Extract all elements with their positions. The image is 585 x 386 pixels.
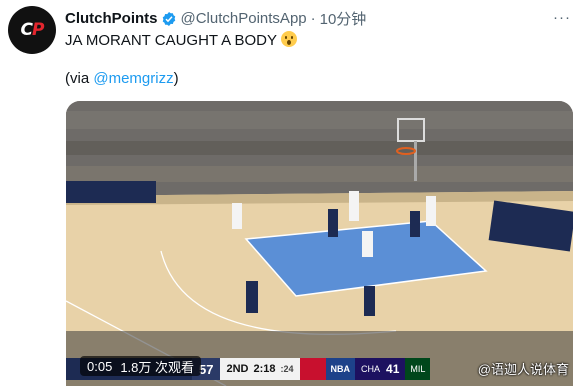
display-name[interactable]: ClutchPoints	[65, 10, 158, 27]
tweet-via: (via @memgrizz)	[65, 70, 179, 87]
shot-clock: :24	[280, 364, 294, 374]
period: 2ND	[226, 363, 249, 375]
timestamp[interactable]: 10分钟	[320, 8, 367, 29]
verified-badge-icon	[162, 11, 175, 26]
mil-label: MIL	[405, 358, 431, 380]
cha-score: 41	[386, 362, 400, 376]
avatar[interactable]: CP	[8, 6, 56, 54]
video-player[interactable]: 57 2ND 2:18 :24 NBA CHA 41 MIL 0:05 1.8万…	[66, 101, 573, 386]
handle[interactable]: @ClutchPointsApp	[181, 10, 307, 27]
tweet-text-body: JA MORANT CAUGHT A BODY	[65, 32, 277, 49]
elapsed-time: 0:05	[87, 358, 113, 374]
clutchpoints-logo: CP	[20, 20, 45, 40]
via-suffix: )	[173, 70, 179, 87]
mention-link[interactable]: @memgrizz	[93, 70, 173, 87]
tweet-text: JA MORANT CAUGHT A BODY	[65, 31, 297, 49]
cha-team-block: CHA 41	[355, 358, 406, 380]
video-time-overlay: 0:05 1.8万 次观看	[80, 356, 201, 376]
via-prefix: (via	[65, 70, 94, 87]
tweet-header: ClutchPoints @ClutchPointsApp · 10分钟	[65, 8, 366, 29]
view-count: 1.8万 次观看	[120, 359, 194, 375]
game-clock: 2ND 2:18 :24	[220, 358, 300, 380]
separator-dot: ·	[310, 10, 316, 27]
network-label: NBA	[325, 358, 356, 380]
sponsor-logo-icon	[299, 358, 326, 380]
court-scene	[66, 101, 573, 386]
cha-label: CHA	[361, 364, 381, 374]
shocked-face-emoji-icon	[281, 31, 297, 47]
more-options-icon[interactable]: ···	[553, 9, 571, 26]
clock-time: 2:18	[253, 363, 276, 375]
watermark: @语迦人说体育	[477, 362, 569, 377]
